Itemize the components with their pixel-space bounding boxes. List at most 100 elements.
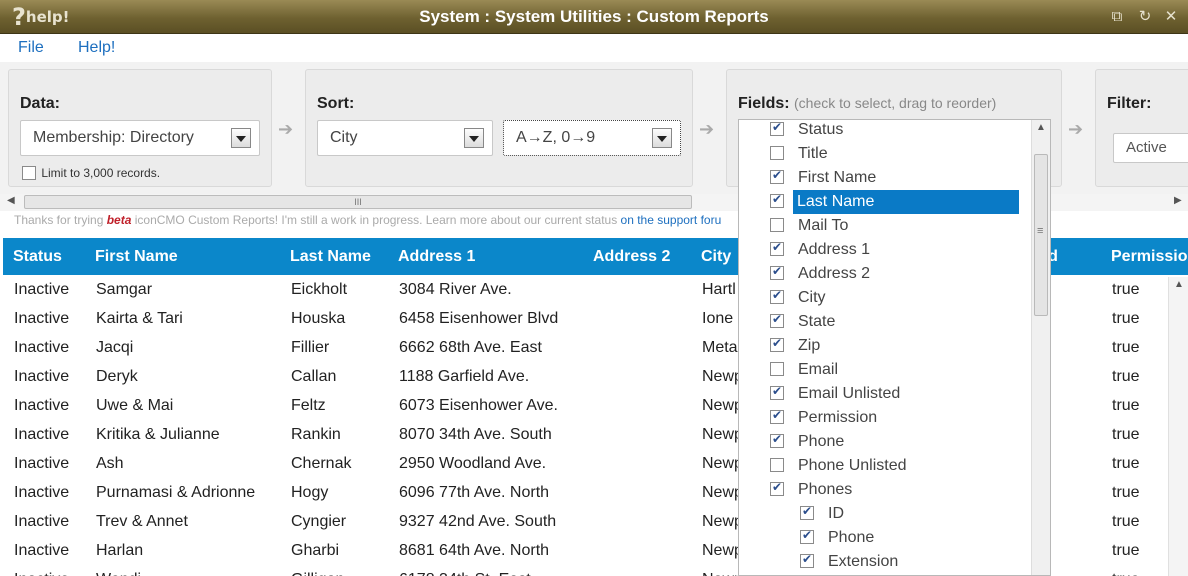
column-header[interactable]: Permissio [1111,238,1187,275]
field-item[interactable]: Email [739,358,1035,382]
field-item[interactable]: Phone [739,430,1035,454]
sort-field-select[interactable]: City [317,120,493,156]
field-checkbox[interactable] [770,432,784,448]
field-checkbox[interactable] [770,408,784,424]
field-checkbox[interactable] [770,192,784,208]
limit-records-option[interactable]: Limit to 3,000 records. [22,165,160,180]
field-checkbox[interactable] [770,168,784,184]
field-item[interactable]: Address 1 [739,238,1035,262]
column-header[interactable]: Address 2 [593,238,670,275]
support-forum-link[interactable]: on the support foru [621,213,722,227]
table-cell: Newp [702,455,743,472]
field-item[interactable]: Phone Unlisted [739,454,1035,478]
table-cell: Newp [702,368,743,385]
table-cell: Inactive [14,513,70,530]
scroll-up-icon[interactable]: ▲ [1036,122,1046,133]
table-cell: Inactive [14,368,70,385]
field-item[interactable]: Zip [739,334,1035,358]
field-label: Phones [798,481,853,498]
field-label: Email [798,361,839,378]
field-label: Permission [798,409,878,426]
chevron-down-icon[interactable] [464,128,484,148]
column-header[interactable]: Status [13,238,62,275]
refresh-icon[interactable]: ↻ [1136,7,1154,25]
menu-help[interactable]: Help! [78,39,115,57]
table-cell: Rankin [291,426,341,443]
column-header[interactable]: First Name [95,238,178,275]
column-header[interactable]: Address 1 [398,238,475,275]
fields-scrollbar[interactable]: ▲ [1031,120,1050,575]
limit-records-label: Limit to 3,000 records. [41,165,161,180]
table-cell: true [1112,397,1140,414]
table-cell: 8070 34th Ave. South [399,426,552,443]
field-checkbox[interactable] [770,384,784,400]
close-icon[interactable]: ✕ [1162,7,1180,25]
table-cell: 6096 77th Ave. North [399,484,550,501]
field-item[interactable]: Title [739,142,1035,166]
scrollbar-thumb[interactable]: III [24,195,692,209]
table-cell: true [1112,339,1140,356]
notice-pre: Thanks for trying [14,213,107,227]
field-checkbox[interactable] [770,362,784,376]
field-checkbox[interactable] [800,528,814,544]
fields-title-text: Fields: [738,95,790,112]
field-item[interactable]: First Name [739,166,1035,190]
field-label: First Name [798,169,877,186]
field-checkbox[interactable] [770,240,784,256]
table-cell: Deryk [96,368,138,385]
table-cell: Newp [702,542,743,559]
scroll-up-icon[interactable]: ▲ [1174,279,1184,290]
field-label: Title [798,145,828,162]
field-checkbox[interactable] [770,264,784,280]
column-header[interactable]: Last Name [290,238,371,275]
menu-file[interactable]: File [18,39,44,57]
field-item[interactable]: Phones [739,478,1035,502]
table-cell: true [1112,513,1140,530]
field-checkbox[interactable] [770,120,784,136]
vertical-scrollbar[interactable]: ▲ [1168,277,1188,576]
fields-panel-title: Fields: (check to select, drag to reorde… [738,95,996,113]
table-cell: true [1112,542,1140,559]
field-checkbox[interactable] [800,504,814,520]
table-cell: Inactive [14,542,70,559]
field-item[interactable]: Email Unlisted [739,382,1035,406]
table-cell: Inactive [14,484,70,501]
field-checkbox[interactable] [800,552,814,568]
scroll-right-icon[interactable]: ▶ [1174,195,1182,206]
field-label: Status [798,121,844,138]
field-checkbox[interactable] [770,218,784,232]
field-label: Last Name [793,190,1019,214]
table-cell: true [1112,484,1140,501]
field-item[interactable]: Address 2 [739,262,1035,286]
field-item[interactable]: Permission [739,406,1035,430]
field-item[interactable]: Mail To [739,214,1035,238]
fields-scrollbar-thumb[interactable] [1034,154,1048,316]
field-item[interactable]: ID [739,502,1035,526]
field-checkbox[interactable] [770,480,784,496]
field-item[interactable]: Last Name [739,190,1035,214]
restore-icon[interactable]: ⧉ [1108,7,1126,25]
scroll-left-icon[interactable]: ◀ [7,195,15,206]
field-checkbox[interactable] [770,336,784,352]
field-item[interactable]: City [739,286,1035,310]
field-checkbox[interactable] [770,288,784,304]
field-item[interactable]: Status [739,120,1035,142]
chevron-down-icon[interactable] [231,128,251,148]
limit-records-checkbox[interactable] [22,165,36,180]
filter-select[interactable]: Active [1113,133,1188,163]
field-checkbox[interactable] [770,312,784,328]
data-source-select[interactable]: Membership: Directory [20,120,260,156]
data-source-value: Membership: Directory [33,129,194,146]
field-item[interactable]: Phone [739,526,1035,550]
sort-order-select[interactable]: A→Z, 0→9 [503,120,681,156]
table-cell: Newp [702,513,743,530]
chevron-down-icon[interactable] [652,128,672,148]
table-cell: true [1112,368,1140,385]
column-header[interactable]: City [701,238,731,275]
field-item[interactable]: Extension [739,550,1035,574]
field-checkbox[interactable] [770,146,784,160]
fields-list[interactable]: Status Title First Name Last Name Mail To Add… [738,119,1051,576]
field-checkbox[interactable] [770,458,784,472]
table-cell: Harlan [96,542,144,559]
field-item[interactable]: State [739,310,1035,334]
